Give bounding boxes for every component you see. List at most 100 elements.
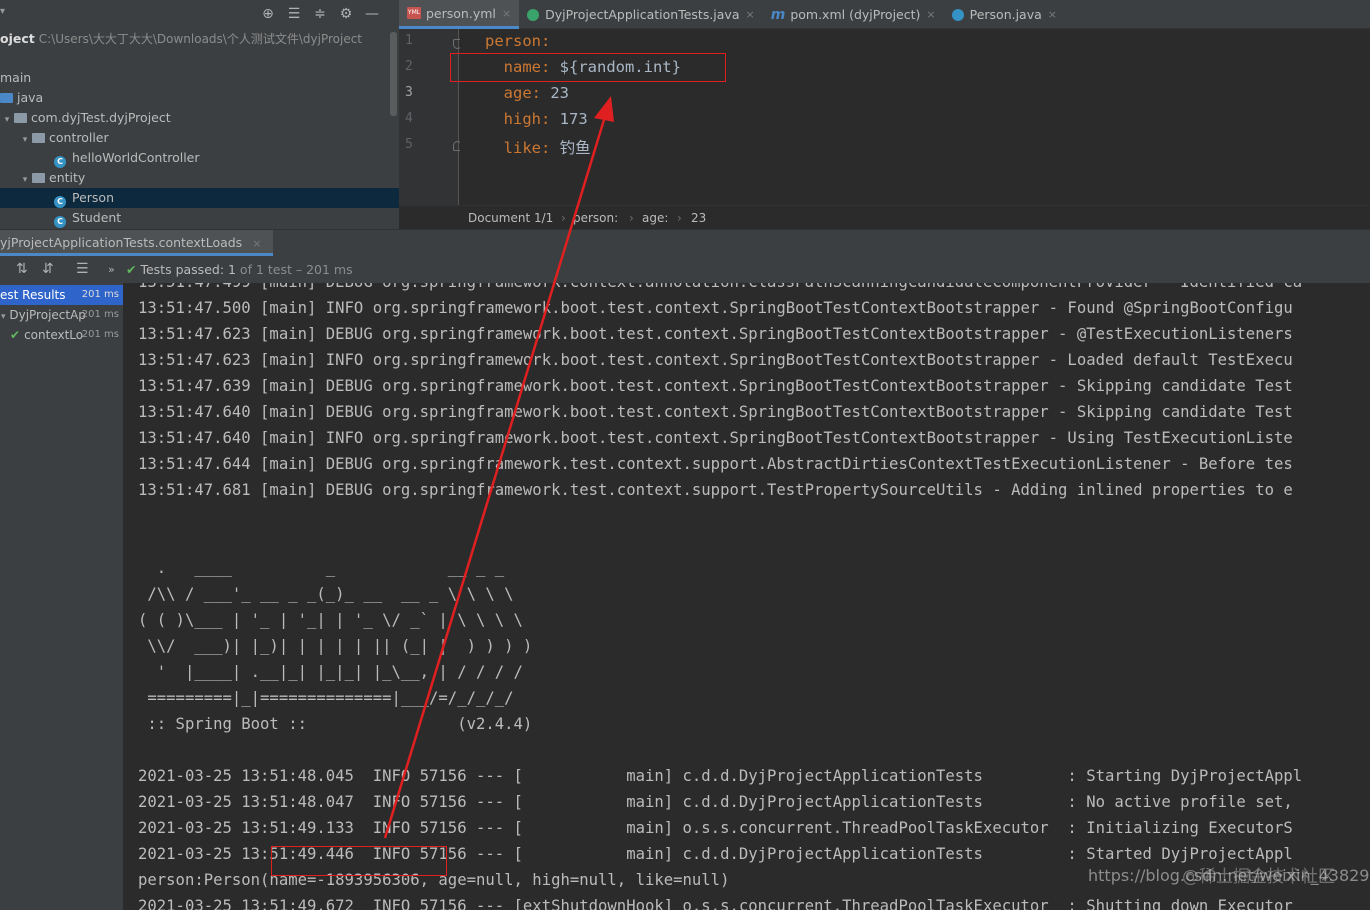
folder-icon bbox=[32, 133, 45, 143]
tree-item-main[interactable]: main bbox=[0, 68, 399, 88]
expand-all-icon[interactable]: ☰ bbox=[286, 6, 302, 22]
console-output[interactable]: 13:51:47.499 [main] DEBUG org.springfram… bbox=[123, 283, 1370, 910]
minimize-icon[interactable]: — bbox=[364, 6, 380, 22]
yaml-value: 23 bbox=[550, 84, 569, 102]
project-scrollbar[interactable] bbox=[390, 32, 397, 116]
breadcrumb-separator: › bbox=[629, 211, 634, 225]
expand-all-icon[interactable]: ☰ bbox=[76, 261, 89, 277]
class-icon bbox=[951, 8, 964, 21]
result-duration: 201 ms bbox=[81, 289, 119, 300]
folder-icon bbox=[32, 173, 45, 183]
tree-item-label: entity bbox=[49, 170, 86, 185]
collapse-all-icon[interactable]: ≑ bbox=[312, 6, 328, 22]
run-tab[interactable]: yjProjectApplicationTests.contextLoads × bbox=[0, 230, 274, 256]
project-root-header[interactable]: oject C:\Users\大大丁大大\Downloads\个人测试文件\dyj… bbox=[0, 30, 362, 47]
tab-pom-xml[interactable]: m pom.xml (dyjProject) × bbox=[763, 0, 944, 29]
code-line-3: age: 23 bbox=[485, 84, 569, 102]
result-label: DyjProjectAp bbox=[9, 308, 86, 322]
chevron-down-icon[interactable]: ▾ bbox=[0, 110, 14, 130]
chevron-down-icon[interactable]: ▾ bbox=[18, 130, 32, 150]
sort-alphabetically-icon[interactable]: ⇅ bbox=[16, 261, 28, 277]
more-icon[interactable]: » bbox=[108, 263, 115, 276]
chevron-down-icon[interactable]: ▾ bbox=[18, 170, 32, 190]
tab-person-java[interactable]: Person.java × bbox=[944, 0, 1065, 29]
target-icon[interactable]: ⊕ bbox=[260, 6, 276, 22]
console-line: 2021-03-25 13:51:48.045 INFO 57156 --- [… bbox=[138, 767, 1303, 785]
tab-label: person.yml bbox=[426, 5, 496, 21]
result-label: contextLo bbox=[24, 328, 84, 342]
tree-item-content: main bbox=[0, 70, 31, 85]
tree-item-content: java bbox=[0, 90, 43, 105]
test-results-root[interactable]: est Results 201 ms bbox=[0, 285, 123, 305]
tab-person-yml[interactable]: YML person.yml × bbox=[399, 0, 520, 29]
tree-item-label: Person bbox=[72, 190, 115, 205]
console-line: =========|_|==============|___/=/_/_/_/ bbox=[138, 689, 514, 707]
tree-item-label: main bbox=[0, 70, 32, 85]
close-icon[interactable]: × bbox=[502, 7, 511, 20]
close-icon[interactable]: × bbox=[746, 8, 755, 21]
console-line: ' |____| .__|_| |_|_| |_\__, | / / / / bbox=[138, 663, 523, 681]
breadcrumb-item[interactable]: person: bbox=[573, 211, 618, 225]
line-number: 1 bbox=[405, 33, 413, 48]
tests-status: ✔ Tests passed: 1 of 1 test – 201 ms bbox=[126, 262, 353, 277]
breadcrumb: Document 1/1 › person: › age: › 23 bbox=[399, 205, 1370, 229]
annotation-box-random-int bbox=[450, 53, 726, 82]
breadcrumb-item[interactable]: 23 bbox=[691, 211, 706, 225]
close-icon[interactable]: × bbox=[252, 237, 261, 250]
gear-icon[interactable]: ⚙ bbox=[338, 6, 354, 22]
yaml-file-icon: YML bbox=[407, 7, 421, 19]
close-icon[interactable]: × bbox=[1048, 8, 1057, 21]
test-class-icon bbox=[527, 8, 540, 21]
console-line: 13:51:47.681 [main] DEBUG org.springfram… bbox=[138, 481, 1293, 499]
tree-item-student[interactable]: C Student bbox=[0, 208, 399, 228]
console-line: 13:51:47.499 [main] DEBUG org.springfram… bbox=[138, 283, 1302, 291]
project-toolbar: ⊕ ☰ ≑ ⚙ — bbox=[260, 4, 380, 24]
yaml-value: 钓鱼 bbox=[559, 139, 591, 157]
tab-label: Person.java bbox=[969, 7, 1042, 22]
status-suffix: of 1 test – 201 ms bbox=[235, 262, 353, 277]
test-results-tree: est Results 201 ms ▾ DyjProjectAp 201 ms… bbox=[0, 283, 123, 910]
console-line: 13:51:47.623 [main] INFO org.springframe… bbox=[138, 351, 1293, 369]
chevron-down-icon[interactable]: ▾ bbox=[0, 6, 5, 17]
folder-icon bbox=[14, 113, 27, 123]
tree-item-java[interactable]: java bbox=[0, 88, 399, 108]
code-line-4: high: 173 bbox=[485, 110, 588, 128]
sort-by-duration-icon[interactable]: ⇵ bbox=[42, 261, 54, 277]
test-class-result[interactable]: ▾ DyjProjectAp 201 ms bbox=[0, 305, 123, 325]
folder-icon bbox=[0, 93, 13, 103]
yaml-value: 173 bbox=[559, 110, 588, 128]
check-icon: ✔ bbox=[10, 328, 21, 342]
yaml-key: person: bbox=[485, 32, 551, 50]
test-method-result[interactable]: ✔ contextLo 201 ms bbox=[0, 325, 123, 345]
chevron-down-icon[interactable]: ▾ bbox=[1, 312, 6, 322]
tree-item-person[interactable]: C Person bbox=[0, 188, 399, 208]
tree-item-com-dyjtest-dyjproject[interactable]: ▾ com.dyjTest.dyjProject bbox=[0, 108, 399, 128]
code-line-5: like: 钓鱼 bbox=[485, 136, 591, 158]
result-duration: 201 ms bbox=[81, 309, 119, 320]
result-duration: 201 ms bbox=[81, 329, 119, 340]
breadcrumb-item[interactable]: Document 1/1 bbox=[468, 211, 553, 225]
check-icon: ✔ bbox=[126, 262, 137, 277]
maven-icon: m bbox=[770, 6, 786, 23]
annotation-box-name-value bbox=[271, 846, 447, 876]
tree-item-helloworldcontroller[interactable]: ChelloWorldController bbox=[0, 148, 399, 168]
breadcrumb-separator: › bbox=[677, 211, 682, 225]
tab-label: pom.xml (dyjProject) bbox=[790, 7, 921, 22]
close-icon[interactable]: × bbox=[926, 8, 935, 21]
console-line: 13:51:47.500 [main] INFO org.springframe… bbox=[138, 299, 1293, 317]
breadcrumb-item[interactable]: age: bbox=[642, 211, 668, 225]
console-line: 13:51:47.639 [main] DEBUG org.springfram… bbox=[138, 377, 1293, 395]
tree-item-controller[interactable]: ▾ controller bbox=[0, 128, 399, 148]
line-number: 5 bbox=[405, 137, 413, 152]
tab-dyjprojectapplicationtests[interactable]: DyjProjectApplicationTests.java × bbox=[519, 0, 763, 29]
run-toolbar: ⇅ ⇵ ☰ » ✔ Tests passed: 1 of 1 test – 20… bbox=[0, 257, 1370, 283]
code-line-1: person: bbox=[485, 32, 550, 50]
status-prefix: Tests passed: bbox=[140, 262, 228, 277]
project-tool-window: ⊕ ☰ ≑ ⚙ — ▾ oject C:\Users\大大丁大大\Download… bbox=[0, 0, 399, 229]
console-line: 13:51:47.644 [main] DEBUG org.springfram… bbox=[138, 455, 1293, 473]
tree-item-entity[interactable]: ▾ entity bbox=[0, 168, 399, 188]
line-number: 3 bbox=[405, 85, 413, 100]
yaml-key: like: bbox=[485, 139, 560, 157]
yaml-key: high: bbox=[485, 110, 560, 128]
run-tab-label: yjProjectApplicationTests.contextLoads bbox=[0, 235, 243, 250]
